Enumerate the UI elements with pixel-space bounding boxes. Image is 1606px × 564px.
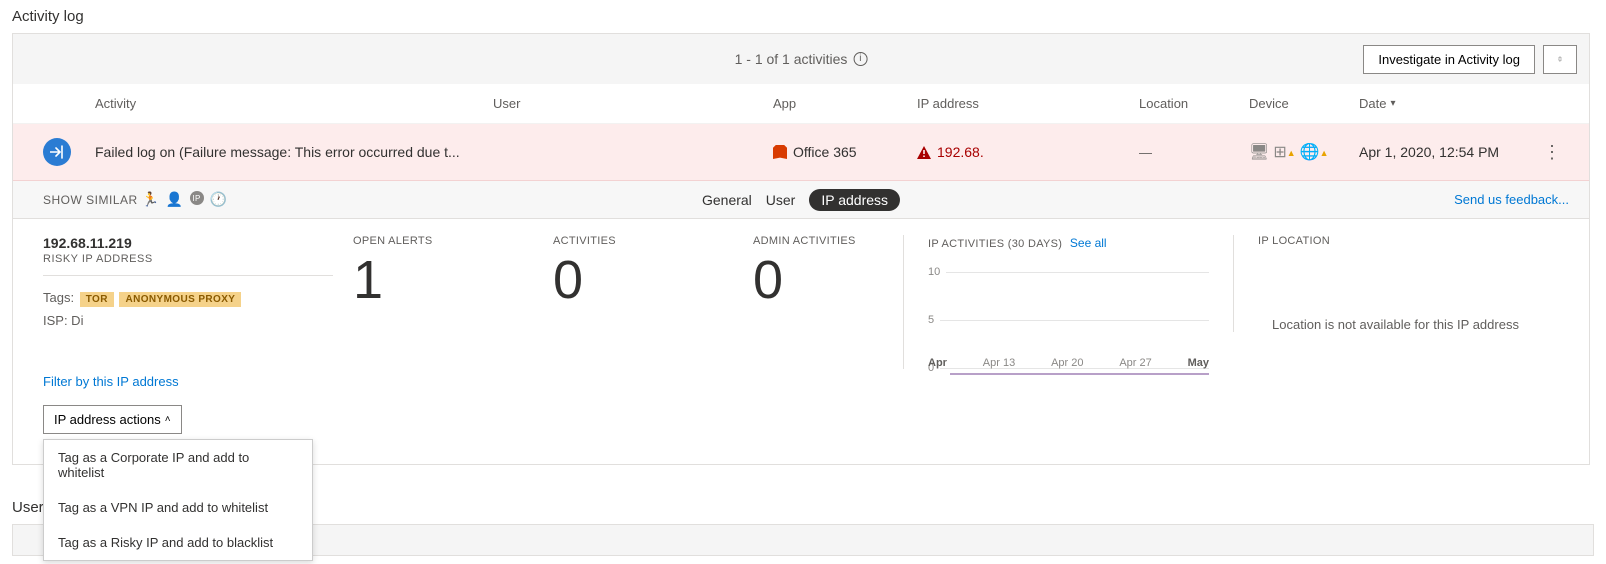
table-header: Activity User App IP address Location De… (13, 84, 1589, 124)
col-date[interactable]: Date ▾ (1359, 96, 1569, 111)
login-failed-icon (43, 138, 71, 166)
filter-by-ip-link[interactable]: Filter by this IP address (43, 374, 333, 389)
col-location[interactable]: Location (1139, 96, 1249, 111)
ip-activities-chart: 10 5 0 Apr Apr 13 Apr 20 Apr 27 May (928, 266, 1209, 369)
ip-actions-label: IP address actions (54, 412, 161, 427)
activities-label: ACTIVITIES (553, 235, 733, 247)
admin-activities-label: ADMIN ACTIVITIES (753, 235, 883, 247)
y-tick-5: 5 (928, 314, 934, 326)
menu-tag-risky[interactable]: Tag as a Risky IP and add to blacklist (44, 525, 312, 560)
row-ip-text: 192.68. (937, 144, 984, 160)
tab-ip-address[interactable]: IP address (809, 189, 900, 211)
divider (43, 275, 333, 276)
x-tick-apr13: Apr 13 (983, 357, 1015, 369)
table-row[interactable]: Failed log on (Failure message: This err… (13, 124, 1589, 181)
row-ip: 192.68. (917, 144, 1139, 160)
investigate-button[interactable]: Investigate in Activity log (1363, 45, 1535, 74)
ip-info-block: 192.68.11.219 RISKY IP ADDRESS Tags: TOR… (43, 235, 353, 434)
feedback-link[interactable]: Send us feedback... (1454, 192, 1569, 207)
result-count-text: 1 - 1 of 1 activities (735, 51, 848, 67)
row-app: Office 365 (773, 144, 917, 160)
ip-location-title: IP LOCATION (1258, 235, 1533, 247)
ip-details: 192.68.11.219 RISKY IP ADDRESS Tags: TOR… (13, 219, 1589, 464)
chevron-down-icon: ▾ (1390, 98, 1395, 109)
open-alerts-block: OPEN ALERTS 1 (353, 235, 553, 310)
info-icon[interactable]: i (853, 52, 867, 66)
x-tick-apr27: Apr 27 (1119, 357, 1151, 369)
admin-activities-value: 0 (753, 251, 883, 310)
warning-icon (917, 146, 931, 159)
col-ip[interactable]: IP address (917, 96, 1139, 111)
row-activity-text: Failed log on (Failure message: This err… (95, 144, 493, 160)
menu-tag-vpn[interactable]: Tag as a VPN IP and add to whitelist (44, 490, 312, 525)
tag-tor: TOR (80, 292, 114, 307)
col-app[interactable]: App (773, 96, 917, 111)
browser-icon: 🌐▲ (1300, 142, 1329, 162)
office365-icon (773, 145, 787, 159)
row-app-text: Office 365 (793, 144, 857, 160)
row-location: — (1139, 145, 1249, 160)
windows-icon: ⊞▲ (1273, 142, 1295, 162)
result-count: 1 - 1 of 1 activities i (735, 51, 868, 67)
expand-collapse-button[interactable] (1543, 45, 1577, 74)
see-all-link[interactable]: See all (1070, 236, 1107, 250)
row-date: Apr 1, 2020, 12:54 PM (1359, 144, 1535, 160)
ip-risk-label: RISKY IP ADDRESS (43, 253, 333, 265)
panel-header: 1 - 1 of 1 activities i Investigate in A… (13, 34, 1589, 84)
activities-value: 0 (553, 251, 733, 310)
show-similar-label: SHOW SIMILAR (43, 193, 138, 207)
activity-panel: 1 - 1 of 1 activities i Investigate in A… (12, 33, 1590, 465)
open-alerts-value: 1 (353, 251, 533, 310)
ip-location-block: IP LOCATION Location is not available fo… (1233, 235, 1533, 332)
ip-activities-chart-block: IP ACTIVITIES (30 DAYS) See all 10 5 0 A… (903, 235, 1233, 369)
chevron-up-icon: ˄ (165, 414, 171, 425)
ip-actions-button[interactable]: IP address actions ˄ (43, 405, 182, 434)
secondary-bar: SHOW SIMILAR 🏃 👤 IP 🕐 General User IP ad… (13, 181, 1589, 219)
row-more-actions[interactable]: ⋮ (1535, 142, 1569, 163)
col-device[interactable]: Device (1249, 96, 1359, 111)
tab-user[interactable]: User (766, 192, 796, 208)
ip-location-message: Location is not available for this IP ad… (1258, 317, 1533, 332)
monitor-icon: 🖥 (1249, 142, 1269, 162)
x-tick-apr: Apr (928, 357, 947, 369)
chart-data-line (950, 373, 1209, 375)
ip-actions-menu: Tag as a Corporate IP and add to whiteli… (43, 439, 313, 561)
col-user[interactable]: User (493, 96, 773, 111)
page-title: Activity log (12, 8, 1590, 25)
tag-anonymous-proxy: ANONYMOUS PROXY (119, 292, 241, 307)
tab-general[interactable]: General (702, 192, 752, 208)
activities-block: ACTIVITIES 0 (553, 235, 753, 310)
activity-filter-icon[interactable]: 🏃 (142, 191, 160, 208)
x-tick-may: May (1188, 357, 1209, 369)
open-alerts-label: OPEN ALERTS (353, 235, 533, 247)
expand-icon (1558, 52, 1562, 66)
tags-label: Tags: (43, 290, 74, 305)
col-date-label: Date (1359, 96, 1386, 111)
chart-title: IP ACTIVITIES (30 DAYS) (928, 238, 1062, 250)
y-tick-10: 10 (928, 266, 940, 278)
time-filter-icon[interactable]: 🕐 (210, 191, 228, 208)
row-device: 🖥 ⊞▲ 🌐▲ (1249, 142, 1359, 162)
ip-address-value: 192.68.11.219 (43, 235, 333, 251)
admin-activities-block: ADMIN ACTIVITIES 0 (753, 235, 903, 310)
col-activity[interactable]: Activity (95, 96, 493, 111)
ip-filter-icon[interactable]: IP (190, 191, 204, 205)
user-filter-icon[interactable]: 👤 (166, 191, 184, 208)
isp-label: ISP: Di (43, 313, 333, 328)
x-tick-apr20: Apr 20 (1051, 357, 1083, 369)
menu-tag-corporate[interactable]: Tag as a Corporate IP and add to whiteli… (44, 440, 312, 490)
